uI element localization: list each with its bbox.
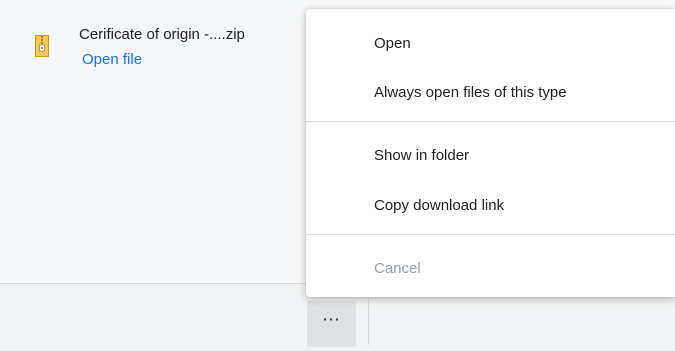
menu-item-cancel: Cancel — [306, 248, 675, 288]
menu-item-label: Open — [374, 35, 411, 52]
menu-item-open[interactable]: Open — [306, 23, 675, 63]
menu-item-label: Cancel — [374, 260, 421, 277]
open-file-link[interactable]: Open file — [82, 51, 142, 68]
menu-item-always-open[interactable]: Always open files of this type — [306, 72, 675, 112]
menu-item-copy-download-link[interactable]: Copy download link — [306, 185, 675, 225]
shelf-divider — [368, 299, 369, 345]
menu-separator — [306, 121, 675, 122]
menu-item-label: Show in folder — [374, 147, 470, 164]
download-more-options-button[interactable]: ⋯ — [307, 301, 356, 347]
download-file-name: Cerificate of origin -....zip — [79, 26, 245, 43]
zip-archive-icon — [35, 35, 49, 57]
menu-item-show-in-folder[interactable]: Show in folder — [306, 135, 675, 175]
download-context-menu: Open Always open files of this type Show… — [306, 9, 675, 297]
menu-item-label: Always open files of this type — [374, 84, 567, 101]
menu-separator — [306, 234, 675, 235]
menu-item-label: Copy download link — [374, 197, 505, 214]
